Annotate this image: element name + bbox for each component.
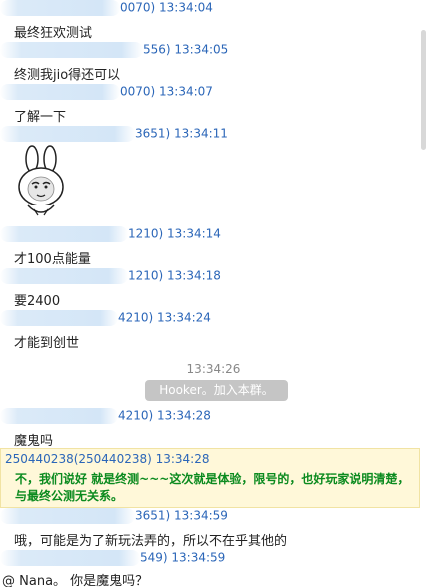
message-timestamp: 1210) 13:34:18	[128, 268, 221, 283]
admin-message-text: 不，我们说好 就是终测~~~这次就是体验，限号的，也好玩家说明清楚，与最终公测无…	[15, 472, 410, 503]
message-header: 556) 13:34:05	[0, 42, 228, 60]
admin-message[interactable]: 250440238(250440238) 13:34:28 不，我们说好 就是终…	[0, 448, 420, 508]
message-text[interactable]: 哦，可能是为了新玩法弄的，所以不在乎其他的	[14, 530, 287, 549]
message-timestamp: 556) 13:34:05	[143, 42, 229, 57]
scrollbar[interactable]	[419, 0, 427, 587]
message-header: 549) 13:34:59	[0, 550, 225, 568]
chat-log: 0070) 13:34:04 最终狂欢测试 556) 13:34:05 终测我j…	[0, 0, 427, 587]
message-header: 1210) 13:34:18	[0, 268, 221, 286]
redacted-sender	[0, 508, 135, 524]
message-timestamp: 4210) 13:34:28	[118, 408, 211, 423]
message-timestamp: 1210) 13:34:14	[128, 226, 221, 241]
message-header: 3651) 13:34:11	[0, 126, 228, 144]
redacted-sender	[0, 310, 118, 326]
message-text[interactable]: 最终狂欢测试	[14, 22, 92, 41]
system-time: 13:34:26	[186, 362, 241, 376]
message-header: 0070) 13:34:04	[0, 0, 220, 18]
redacted-sender	[0, 550, 140, 566]
redacted-sender	[0, 268, 128, 284]
join-notice: Hooker。加入本群。	[145, 380, 288, 401]
message-header: 3651) 13:34:59	[0, 508, 228, 526]
message-text[interactable]: @ Nana。 你是魔鬼吗？	[2, 570, 148, 587]
scrollbar-thumb[interactable]	[421, 30, 426, 150]
message-header: 0070) 13:34:07	[0, 84, 220, 102]
redacted-sender	[0, 84, 120, 100]
message-timestamp: 3651) 13:34:11	[135, 126, 228, 141]
message-timestamp: 549) 13:34:59	[140, 550, 226, 565]
message-text[interactable]: 魔鬼吗	[14, 430, 53, 449]
message-timestamp: 4210) 13:34:24	[118, 310, 211, 325]
redacted-sender	[0, 408, 118, 424]
message-text[interactable]: 要2400	[14, 290, 60, 309]
redacted-sender	[0, 126, 135, 142]
message-header: 4210) 13:34:24	[0, 310, 220, 328]
message-text[interactable]: 终测我jio得还可以	[14, 64, 120, 83]
message-timestamp: 0070) 13:34:04	[120, 0, 213, 15]
message-header: 4210) 13:34:28	[0, 408, 220, 426]
message-text[interactable]: 了解一下	[14, 106, 66, 125]
message-text[interactable]: 才能到创世	[14, 332, 79, 351]
admin-message-header: 250440238(250440238) 13:34:28	[5, 452, 210, 466]
redacted-sender	[0, 226, 128, 242]
message-timestamp: 3651) 13:34:59	[135, 508, 228, 523]
message-text[interactable]: 才100点能量	[14, 248, 91, 267]
bunny-face-icon	[18, 145, 64, 216]
redacted-sender	[0, 42, 143, 58]
bunny-face-sticker[interactable]	[14, 145, 74, 223]
redacted-sender	[0, 0, 120, 16]
message-timestamp: 0070) 13:34:07	[120, 84, 213, 99]
message-header: 1210) 13:34:14	[0, 226, 221, 244]
